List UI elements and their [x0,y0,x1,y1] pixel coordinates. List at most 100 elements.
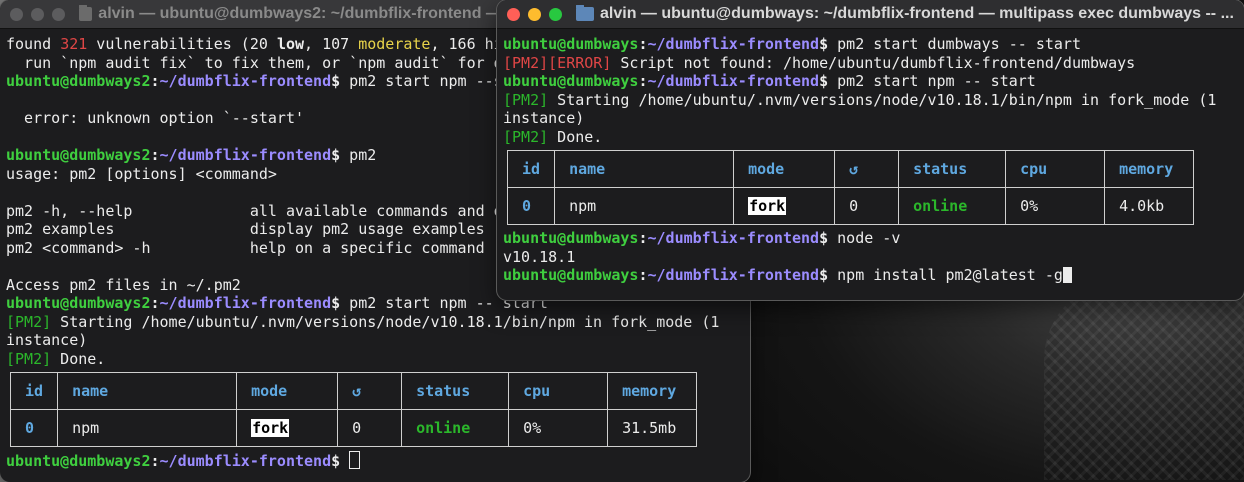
zoom-button[interactable] [52,7,65,21]
prompt-path: ~/dumbflix-frontend [159,146,332,164]
prompt-separator: : [638,266,648,284]
command-text: pm2 start dumbways -- start [828,35,1081,53]
pm2-tag: [PM2] [503,90,549,109]
cursor [349,451,361,469]
output-text: v10.18.1 [503,247,576,266]
output-text: found [6,35,61,53]
column-header: memory [1104,150,1195,188]
error-tag: [PM2][ERROR] [503,53,612,72]
prompt-path: ~/dumbflix-frontend [159,452,332,470]
prompt-symbol: $ [331,146,341,164]
vuln-moderate: moderate [358,35,431,53]
prompt-separator: : [638,35,648,53]
prompt-user: ubuntu@dumbways2 [6,452,151,470]
prompt-path: ~/dumbflix-frontend [159,294,332,312]
column-header: cpu [1005,150,1106,188]
window-title-text: alvin — ubuntu@dumbways: ~/dumbflix-fron… [600,5,1234,22]
prompt-symbol: $ [331,294,341,312]
prompt-symbol: $ [819,35,829,53]
prompt-path: ~/dumbflix-frontend [159,72,332,90]
vuln-count: 321 [60,35,88,53]
mode-badge: fork [251,418,290,437]
prompt-path: ~/dumbflix-frontend [647,35,820,53]
command-text [340,452,349,470]
table-row: 0 npm fork 0 online 0% 4.0kb [506,187,1195,225]
column-header: id [9,372,59,410]
minimize-button[interactable] [31,7,44,21]
table-header-row: id name mode ↺ status cpu memory [9,372,698,410]
column-header: status [401,372,510,410]
prompt-symbol: $ [331,72,341,90]
prompt-symbol: $ [819,72,829,90]
prompt-user: ubuntu@dumbways2 [6,72,151,90]
cell-restarts: 0 [337,409,403,447]
prompt-symbol: $ [331,452,341,470]
close-button[interactable] [10,7,23,21]
cell-id: 0 [9,409,59,447]
prompt-user: ubuntu@dumbways2 [6,294,151,312]
output-text: Done. [51,349,106,368]
output-line: instance) [6,331,744,350]
cursor [1062,267,1072,283]
minimize-button[interactable] [528,7,541,21]
table-row: 0 npm fork 0 online 0% 31.5mb [9,409,698,447]
cell-cpu: 0% [1005,187,1106,225]
cell-restarts: 0 [834,187,900,225]
prompt-user: ubuntu@dumbways2 [6,146,151,164]
output-text: instance) [6,331,88,349]
prompt-separator: : [638,72,648,90]
prompt-user: ubuntu@dumbways [503,72,639,90]
output-text: vulnerabilities (20 [87,35,277,53]
restart-icon-header: ↺ [337,372,403,410]
cell-status: online [401,409,510,447]
zoom-button[interactable] [549,7,562,21]
pm2-process-table: id name mode ↺ status cpu memory 0 npm fork 0 onlin… [9,372,698,447]
wallpaper-texture [1044,280,1244,480]
cell-cpu: 0% [508,409,609,447]
prompt-line: ubuntu@dumbways2:~/dumbflix-frontend$ [6,451,744,470]
cell-memory: 31.5mb [607,409,698,447]
output-line: [PM2] Starting /home/ubuntu/.nvm/version… [6,313,744,332]
output-text: Starting /home/ubuntu/.nvm/versions/node… [548,90,1217,109]
prompt-path: ~/dumbflix-frontend [647,266,820,284]
output-text: pm2 -h, --help all available commands an… [6,201,557,220]
output-line: [PM2] Done. [6,350,744,369]
window-title: alvin — ubuntu@dumbways: ~/dumbflix-fron… [576,5,1234,23]
cell-status: online [898,187,1007,225]
window-controls [497,7,562,21]
output-text: Starting /home/ubuntu/.nvm/versions/node… [51,312,720,331]
prompt-line: ubuntu@dumbways:~/dumbflix-frontend$ npm… [503,266,1238,285]
terminal-output[interactable]: ubuntu@dumbways:~/dumbflix-frontend$ pm2… [497,29,1244,285]
column-header: status [898,150,1007,188]
command-text: pm2 start npm -- start [828,72,1036,90]
cell-id: 0 [506,187,556,225]
output-text: , 107 [304,35,359,53]
pm2-tag: [PM2] [6,312,52,331]
table-header-row: id name mode ↺ status cpu memory [506,150,1195,188]
title-bar[interactable]: alvin — ubuntu@dumbways: ~/dumbflix-fron… [497,0,1244,29]
cell-mode: fork [733,187,836,225]
output-text: pm2 examples display pm2 usage examples [6,220,485,238]
prompt-separator: : [150,72,160,90]
output-line: [PM2] Starting /home/ubuntu/.nvm/version… [503,91,1238,110]
column-header: memory [607,372,698,410]
output-text: run `npm audit fix` to fix them, or `npm… [6,53,557,72]
output-line: [PM2] Done. [503,128,1238,147]
prompt-path: ~/dumbflix-frontend [647,229,820,247]
prompt-user: ubuntu@dumbways [503,35,639,53]
window-controls [0,7,65,21]
folder-icon [79,5,93,21]
prompt-separator: : [150,452,160,470]
terminal-window-dumbways[interactable]: alvin — ubuntu@dumbways: ~/dumbflix-fron… [497,0,1244,300]
command-text: npm install pm2@latest -g [828,266,1063,284]
output-text: Access pm2 files in ~/.pm2 [6,275,241,294]
prompt-line: ubuntu@dumbways:~/dumbflix-frontend$ pm2… [503,72,1238,91]
cell-name: npm [57,409,238,447]
prompt-separator: : [150,294,160,312]
output-text: Done. [548,127,603,146]
close-button[interactable] [507,7,520,21]
cell-memory: 4.0kb [1104,187,1195,225]
column-header: mode [733,150,836,188]
prompt-separator: : [638,229,648,247]
output-text: Script not found: /home/ubuntu/dumbflix-… [611,53,1136,72]
